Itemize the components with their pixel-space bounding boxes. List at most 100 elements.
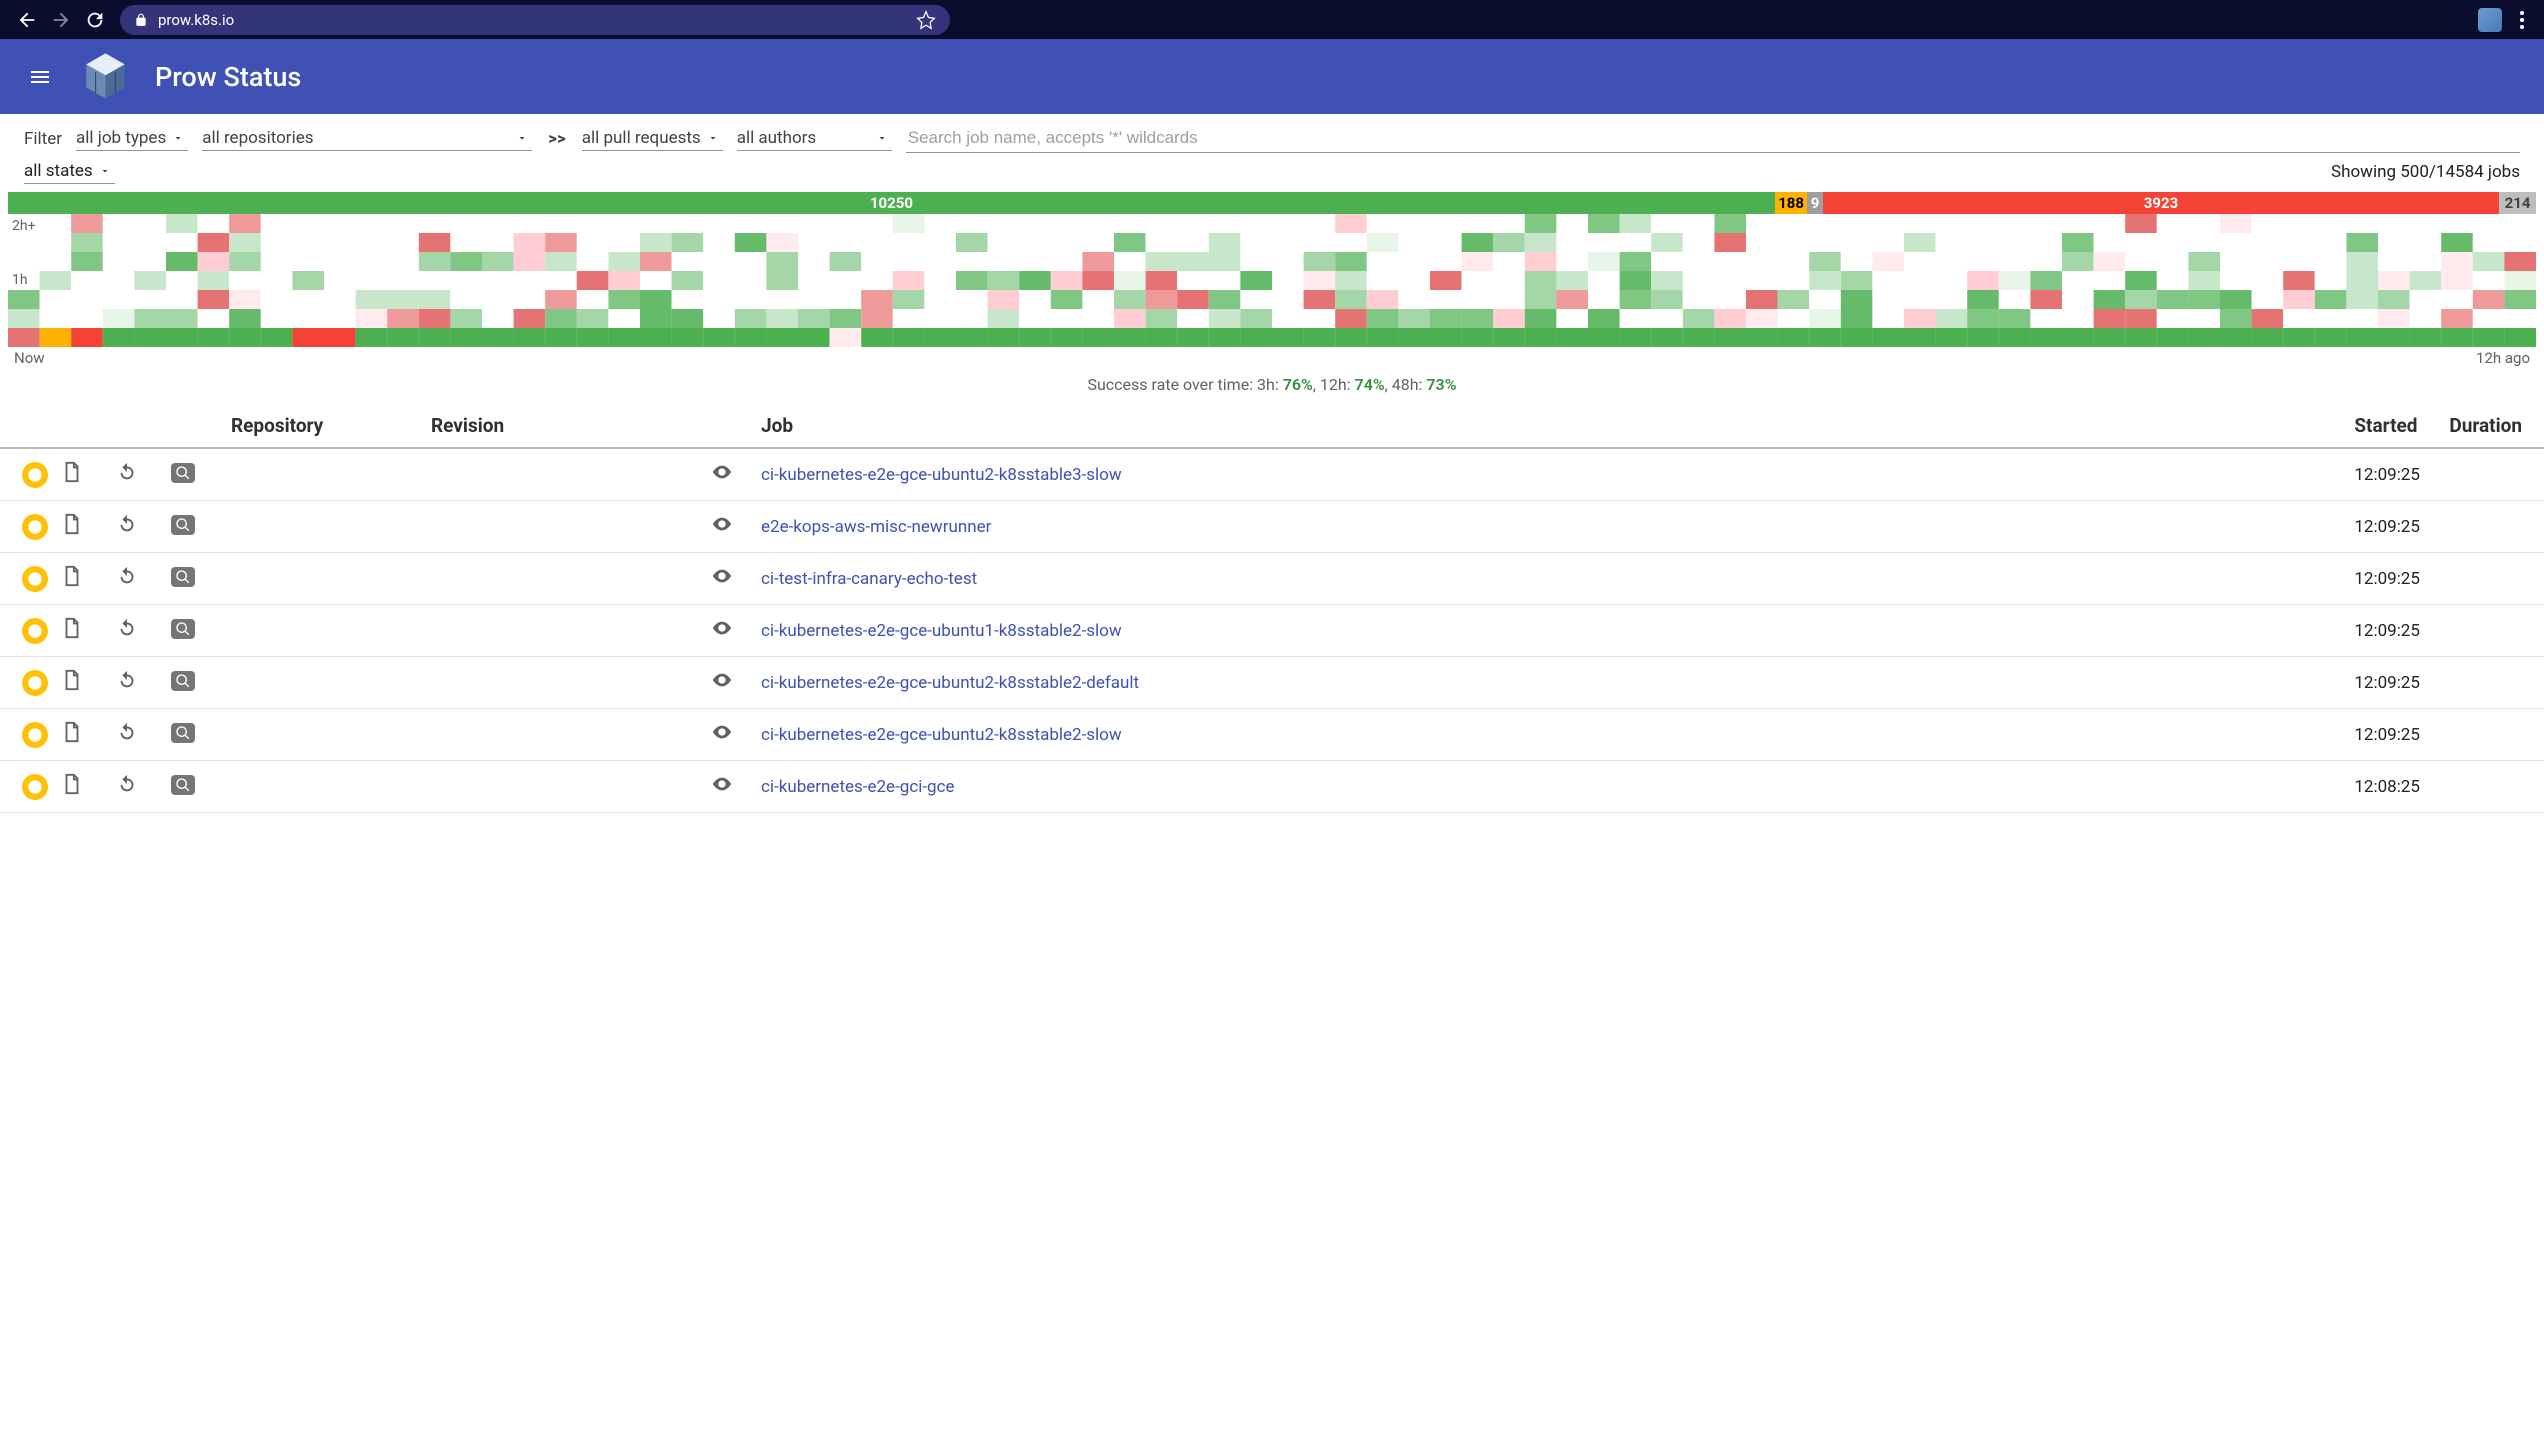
rerun-icon[interactable] — [116, 773, 138, 795]
build-log-icon[interactable] — [61, 669, 83, 691]
back-button[interactable] — [10, 3, 44, 37]
bookmark-star-icon[interactable] — [916, 10, 936, 30]
repositories-dropdown[interactable]: all repositories — [202, 126, 532, 151]
col-revision: Revision — [425, 404, 705, 448]
table-row: ci-kubernetes-e2e-gci-gce 12:08:25 — [0, 761, 2544, 813]
eye-icon[interactable] — [711, 773, 733, 795]
cell-revision — [425, 553, 705, 605]
cell-duration — [2443, 501, 2544, 553]
eye-icon[interactable] — [711, 669, 733, 691]
cell-started: 12:09:25 — [2348, 709, 2443, 761]
heatmap-grid[interactable] — [8, 214, 2536, 347]
rerun-icon[interactable] — [116, 617, 138, 639]
table-row: ci-kubernetes-e2e-gce-ubuntu1-k8sstable2… — [0, 605, 2544, 657]
status-pending-icon[interactable] — [22, 670, 48, 696]
table-row: e2e-kops-aws-misc-newrunner 12:09:25 — [0, 501, 2544, 553]
job-link[interactable]: ci-kubernetes-e2e-gce-ubuntu1-k8sstable2… — [761, 621, 1122, 641]
page-title: Prow Status — [155, 61, 301, 93]
cell-started: 12:09:25 — [2348, 448, 2443, 501]
rerun-icon[interactable] — [116, 565, 138, 587]
cell-duration — [2443, 761, 2544, 813]
build-log-icon[interactable] — [61, 565, 83, 587]
extension-icon[interactable] — [2478, 8, 2502, 32]
cell-duration — [2443, 709, 2544, 761]
job-link[interactable]: ci-kubernetes-e2e-gci-gce — [761, 777, 955, 797]
chevron-down-icon — [99, 165, 111, 177]
rerun-icon[interactable] — [116, 461, 138, 483]
forward-button[interactable] — [44, 3, 78, 37]
status-pending-icon[interactable] — [22, 462, 48, 488]
menu-button[interactable] — [20, 57, 60, 97]
build-log-icon[interactable] — [61, 773, 83, 795]
spyglass-icon[interactable] — [171, 463, 195, 483]
summary-strip: 10250 188 9 3923 214 — [8, 192, 2536, 214]
heatmap-ylabel-top: 2h+ — [12, 218, 36, 234]
summary-failure[interactable]: 3923 — [1823, 192, 2499, 214]
spyglass-icon[interactable] — [171, 567, 195, 587]
chevron-down-icon — [172, 132, 184, 144]
spyglass-icon[interactable] — [171, 515, 195, 535]
rerun-icon[interactable] — [116, 669, 138, 691]
cell-repository — [225, 761, 425, 813]
cell-started: 12:08:25 — [2348, 761, 2443, 813]
states-dropdown[interactable]: all states — [24, 159, 115, 184]
eye-icon[interactable] — [711, 513, 733, 535]
cell-repository — [225, 605, 425, 657]
app-header: Prow Status — [0, 39, 2544, 114]
address-bar[interactable]: prow.k8s.io — [120, 5, 950, 35]
job-link[interactable]: ci-kubernetes-e2e-gce-ubuntu2-k8sstable2… — [761, 725, 1122, 745]
build-log-icon[interactable] — [61, 721, 83, 743]
build-log-icon[interactable] — [61, 617, 83, 639]
browser-menu-button[interactable] — [2510, 8, 2534, 32]
cell-duration — [2443, 657, 2544, 709]
job-types-dropdown[interactable]: all job types — [76, 126, 188, 151]
filter-label: Filter — [24, 129, 62, 149]
cell-repository — [225, 709, 425, 761]
job-link[interactable]: ci-kubernetes-e2e-gce-ubuntu2-k8sstable2… — [761, 673, 1139, 693]
status-pending-icon[interactable] — [22, 722, 48, 748]
table-row: ci-kubernetes-e2e-gce-ubuntu2-k8sstable3… — [0, 448, 2544, 501]
cell-started: 12:09:25 — [2348, 553, 2443, 605]
eye-icon[interactable] — [711, 461, 733, 483]
rerun-icon[interactable] — [116, 721, 138, 743]
cell-revision — [425, 605, 705, 657]
eye-icon[interactable] — [711, 565, 733, 587]
jobs-table: Repository Revision Job Started Duration… — [0, 404, 2544, 813]
spyglass-icon[interactable] — [171, 775, 195, 795]
job-link[interactable]: ci-kubernetes-e2e-gce-ubuntu2-k8sstable3… — [761, 465, 1122, 485]
pull-requests-dropdown[interactable]: all pull requests — [582, 126, 723, 151]
summary-pending[interactable]: 188 — [1775, 192, 1807, 214]
search-input[interactable] — [906, 124, 2520, 153]
status-pending-icon[interactable] — [22, 618, 48, 644]
job-link[interactable]: ci-test-infra-canary-echo-test — [761, 569, 977, 589]
rerun-icon[interactable] — [116, 513, 138, 535]
heatmap-ago-label: 12h ago — [2476, 349, 2530, 367]
success-rate: Success rate over time: 3h: 76%, 12h: 74… — [0, 369, 2544, 404]
eye-icon[interactable] — [711, 721, 733, 743]
spyglass-icon[interactable] — [171, 619, 195, 639]
status-pending-icon[interactable] — [22, 566, 48, 592]
spyglass-icon[interactable] — [171, 671, 195, 691]
chevron-down-icon — [876, 132, 888, 144]
status-pending-icon[interactable] — [22, 774, 48, 800]
cell-revision — [425, 709, 705, 761]
build-log-icon[interactable] — [61, 513, 83, 535]
eye-icon[interactable] — [711, 617, 733, 639]
url-text: prow.k8s.io — [158, 11, 234, 29]
lock-icon — [134, 13, 148, 27]
job-link[interactable]: e2e-kops-aws-misc-newrunner — [761, 517, 991, 537]
cell-started: 12:09:25 — [2348, 605, 2443, 657]
status-pending-icon[interactable] — [22, 514, 48, 540]
table-row: ci-test-infra-canary-echo-test 12:09:25 — [0, 553, 2544, 605]
col-job: Job — [755, 404, 2348, 448]
cell-revision — [425, 501, 705, 553]
build-log-icon[interactable] — [61, 461, 83, 483]
summary-aborted[interactable]: 9 — [1807, 192, 1823, 214]
reload-button[interactable] — [78, 3, 112, 37]
summary-other[interactable]: 214 — [2499, 192, 2536, 214]
spyglass-icon[interactable] — [171, 723, 195, 743]
chevron-down-icon — [707, 132, 719, 144]
cell-revision — [425, 657, 705, 709]
authors-dropdown[interactable]: all authors — [737, 126, 892, 151]
summary-success[interactable]: 10250 — [8, 192, 1775, 214]
